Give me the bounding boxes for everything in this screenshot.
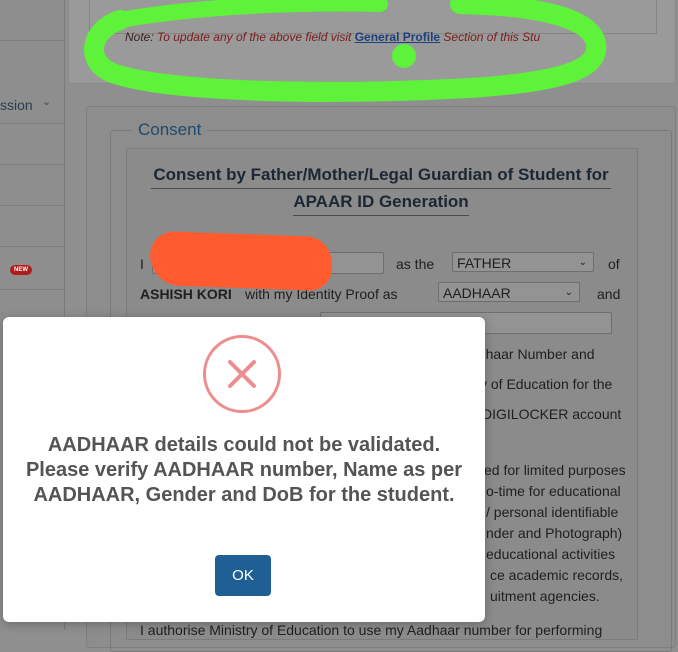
sidebar-item-label: ssion — [0, 97, 33, 113]
consent-text-fragment: nder and Photograph) — [486, 525, 623, 541]
chevron-down-icon: ⌄ — [564, 287, 573, 298]
consent-legend: Consent — [132, 120, 208, 140]
profile-card-inner — [89, 0, 657, 34]
consent-text-fragment: / personal identifiable — [486, 504, 619, 520]
sidebar-item-session[interactable]: ssion ⌄ — [0, 83, 64, 124]
note-text-before: To update any of the above field visit — [153, 30, 355, 44]
error-dialog: AADHAAR details could not be validated. … — [3, 317, 485, 622]
consent-text-fragment: uitment agencies. — [490, 588, 600, 604]
sidebar-item-2[interactable] — [0, 165, 64, 206]
consent-text-fragment: ed for limited purposes — [484, 462, 626, 478]
i-label: I — [140, 256, 144, 272]
and-label: and — [597, 286, 621, 302]
consent-text-fragment: ce academic records, — [490, 567, 624, 583]
relation-select-value: FATHER — [457, 255, 512, 271]
redaction-scribble — [149, 230, 333, 292]
sidebar-item-new[interactable]: NEW — [0, 247, 64, 290]
consent-title-line1: Consent by Father/Mother/Legal Guardian … — [151, 162, 611, 189]
as-the-label: as the — [396, 256, 435, 272]
consent-text-fragment: y of Education for the — [480, 376, 613, 392]
of-label: of — [608, 256, 620, 272]
chevron-down-icon: ⌄ — [42, 96, 52, 108]
consent-text-fragment: adhaar Number and — [470, 346, 595, 362]
profile-note: Note: To update any of the above field v… — [125, 30, 540, 44]
consent-text-fragment: DIGILOCKER account — [482, 406, 622, 422]
consent-text-fragment: educational activities — [486, 546, 616, 562]
consent-title: Consent by Father/Mother/Legal Guardian … — [126, 162, 636, 216]
consent-bottom-line: I authorise Ministry of Education to use… — [140, 622, 603, 638]
student-name: ASHISH KORI — [140, 286, 232, 302]
chevron-down-icon: ⌄ — [578, 257, 587, 268]
id-proof-select-value: AADHAAR — [443, 285, 511, 301]
note-text-after: Section of this Stu — [440, 30, 541, 44]
sidebar-item-3[interactable] — [0, 206, 64, 247]
sidebar-item-0[interactable] — [0, 0, 64, 41]
id-proof-select[interactable]: AADHAAR ⌄ — [438, 282, 580, 302]
sidebar-item-1[interactable] — [0, 124, 64, 165]
note-prefix: Note: — [125, 30, 154, 44]
error-x-icon — [203, 335, 281, 413]
page: ssion ⌄ NEW Note: To update any of the a… — [0, 0, 678, 652]
ok-button[interactable]: OK — [215, 555, 271, 596]
new-badge: NEW — [10, 265, 32, 275]
general-profile-link[interactable]: General Profile — [355, 30, 440, 44]
consent-title-line2: APAAR ID Generation — [293, 189, 469, 216]
consent-text-fragment: o-time for educational — [486, 483, 621, 499]
error-message: AADHAAR details could not be validated. … — [25, 434, 463, 506]
relation-select[interactable]: FATHER ⌄ — [452, 252, 594, 272]
